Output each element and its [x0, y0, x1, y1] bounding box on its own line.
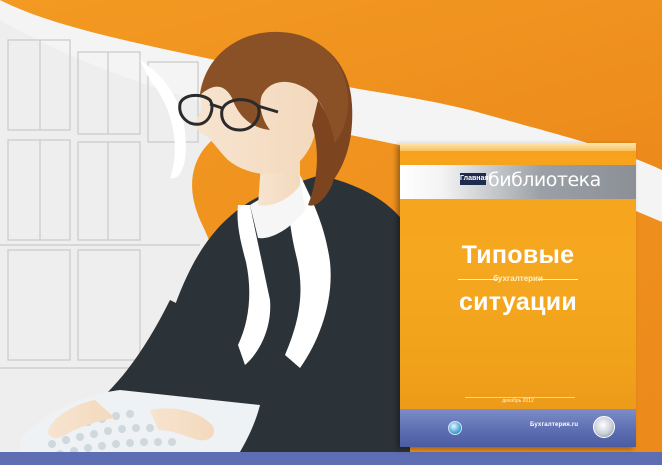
series-title: библиотека — [488, 169, 601, 191]
book-cover: Главная библиотека Типовые бухгалтерии с… — [400, 143, 636, 447]
series-logo: Главная — [460, 173, 488, 185]
book-title-line2: бухгалтерии — [493, 274, 543, 283]
book-title-line3: ситуации — [458, 288, 578, 316]
book-footer-small: декабрь 2012 — [502, 398, 534, 404]
emblem-icon — [448, 421, 462, 435]
title-rule-right — [538, 279, 578, 280]
book-title-line1: Типовые — [461, 241, 575, 269]
desk-strip — [0, 452, 662, 465]
publisher-name: Бухгалтерия.ru — [530, 422, 579, 428]
publisher-logo-icon — [593, 416, 615, 438]
book-bottom-band: Бухгалтерия.ru — [400, 409, 636, 447]
book-top-strip — [400, 143, 636, 151]
